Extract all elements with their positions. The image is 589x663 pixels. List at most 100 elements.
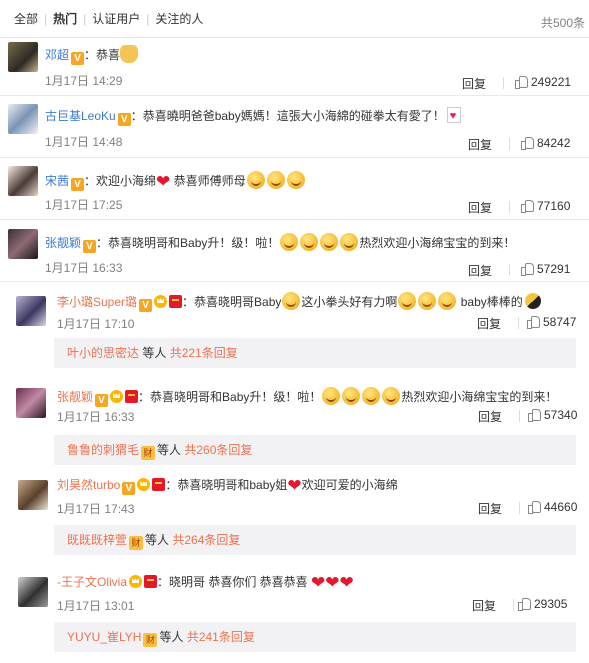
fan-badge-icon: 财 — [143, 633, 158, 647]
like-count: 249221 — [531, 75, 572, 89]
avatar[interactable] — [18, 480, 48, 510]
like-count: 84242 — [537, 136, 571, 150]
avatar[interactable] — [8, 166, 38, 196]
username[interactable]: 邓超 — [45, 48, 69, 62]
timestamp: 1月17日 14:29 — [45, 74, 123, 88]
divider — [509, 264, 510, 276]
like-button[interactable]: 57291 — [521, 262, 570, 276]
divider — [509, 138, 510, 150]
reply-button[interactable]: 回复 — [478, 500, 502, 517]
heart-icon: ❤ — [325, 573, 340, 592]
verified-badge-icon: V — [139, 299, 153, 312]
thumbs-up-icon — [528, 500, 541, 514]
reply-count-link[interactable]: 共264条回复 — [172, 533, 240, 547]
heart-icon: ❤ — [311, 573, 326, 592]
reply-count-link[interactable]: 共260条回复 — [184, 443, 252, 457]
reply-username[interactable]: YUYU_崔LYH — [67, 630, 141, 644]
comment-body: -王子文Olivia ：晓明哥 恭喜你们 恭喜恭喜 ❤❤❤ — [57, 574, 354, 591]
tab-hot[interactable]: 热门 — [47, 10, 83, 27]
verified-badge-icon: V — [117, 113, 131, 126]
reply-button[interactable]: 回复 — [478, 408, 502, 425]
comment-body: 李小璐Super璐 V ：恭喜晓明哥Baby 这小拳头好有力啊 baby棒棒的 — [57, 292, 541, 312]
username[interactable]: 宋茜 — [45, 174, 69, 188]
reply-summary[interactable]: 既既既梓萱财等人 共264条回复 — [54, 525, 576, 555]
like-button[interactable]: 249221 — [515, 75, 571, 89]
like-count: 29305 — [534, 597, 568, 611]
avatar[interactable] — [16, 296, 46, 326]
crown-badge-icon — [110, 390, 124, 403]
comment-body: 张靓颖 V ：恭喜晓明哥和Baby升！级！啦！ 热烈欢迎小海绵宝宝的到来！ — [45, 233, 515, 253]
like-button[interactable]: 44660 — [528, 500, 577, 514]
reply-summary-text: 鲁鲁的刺猬毛财等人 共260条回复 — [67, 442, 252, 460]
like-count: 77160 — [537, 199, 571, 213]
comment-text-2: 热烈欢迎小海绵宝宝的到来！ — [401, 390, 558, 404]
reply-username[interactable]: 既既既梓萱 — [67, 533, 127, 547]
fan-badge-icon: 财 — [129, 536, 144, 550]
tab-following[interactable]: 关注的人 — [149, 10, 209, 27]
reply-username[interactable]: 鲁鲁的刺猬毛 — [67, 443, 139, 457]
comment-text: ：恭喜曉明爸爸baby媽媽！這張大小海綿的碰拳太有愛了！ — [130, 109, 445, 123]
avatar[interactable] — [18, 577, 48, 607]
comment-item: 宋茜 V ：欢迎小海绵❤ 恭喜师傅师母 1月17日 17:25 回复 77160 — [0, 158, 589, 220]
reply-summary[interactable]: YUYU_崔LYH 财等人 共241条回复 — [54, 622, 576, 652]
like-button[interactable]: 58747 — [527, 315, 576, 329]
crown-badge-icon — [137, 478, 151, 491]
tab-all[interactable]: 全部 — [8, 10, 44, 27]
comment-filter-tabs: 全部 | 热门 | 认证用户 | 关注的人 共500条 — [0, 0, 589, 38]
username[interactable]: 张靓颖 — [45, 236, 81, 250]
reply-summary[interactable]: 鲁鲁的刺猬毛财等人 共260条回复 — [54, 435, 576, 465]
avatar[interactable] — [16, 388, 46, 418]
like-button[interactable]: 29305 — [518, 597, 567, 611]
verified-badge-icon: V — [122, 482, 136, 495]
reply-button[interactable]: 回复 — [468, 136, 492, 153]
divider — [513, 599, 514, 611]
like-button[interactable]: 84242 — [521, 136, 570, 150]
reply-mid-text: 等人 — [142, 346, 167, 360]
thumbs-up-icon — [527, 315, 540, 329]
reply-summary[interactable]: 叶小的思密达 等人 共221条回复 — [54, 338, 576, 368]
comment-text: ：恭喜晓明哥Baby — [182, 295, 282, 309]
like-count: 57340 — [544, 408, 578, 422]
reply-summary-text: YUYU_崔LYH 财等人 共241条回复 — [67, 629, 255, 647]
like-count: 58747 — [543, 315, 577, 329]
divider — [519, 502, 520, 514]
divider — [509, 201, 510, 213]
reply-button[interactable]: 回复 — [468, 199, 492, 216]
bee-emoji-icon — [524, 293, 541, 309]
username[interactable]: 张靓颖 — [57, 390, 93, 404]
thumbs-up-icon — [521, 262, 534, 276]
reply-button[interactable]: 回复 — [462, 75, 486, 92]
emoji-icon — [266, 171, 285, 189]
avatar[interactable] — [8, 229, 38, 259]
comment-text-2: 这小拳头好有力啊 — [301, 295, 398, 309]
comment-text-2: 恭喜师傅师母 — [173, 174, 246, 188]
crown-badge-icon — [154, 295, 168, 308]
comment-body: 古巨基LeoKu V ：恭喜曉明爸爸baby媽媽！這張大小海綿的碰拳太有愛了！ — [45, 107, 461, 126]
reply-count-link[interactable]: 共241条回复 — [187, 630, 255, 644]
thumbs-up-icon — [521, 199, 534, 213]
reply-count-link[interactable]: 共221条回复 — [170, 346, 238, 360]
comment-body: 刘昊然turbo V ：恭喜晓明哥和baby姐❤欢迎可爱的小海绵 — [57, 477, 398, 495]
username[interactable]: 李小璐Super璐 — [57, 295, 137, 309]
reply-mid-text: 等人 — [157, 443, 182, 457]
heart-icon: ❤ — [156, 172, 171, 191]
verified-badge-icon: V — [71, 52, 85, 65]
comment-item: 张靓颖 V ：恭喜晓明哥和Baby升！级！啦！ 热烈欢迎小海绵宝宝的到来！ 1月17日… — [0, 375, 589, 467]
username[interactable]: -王子文Olivia — [57, 575, 127, 589]
like-button[interactable]: 57340 — [528, 408, 577, 422]
comment-item: 刘昊然turbo V ：恭喜晓明哥和baby姐❤欢迎可爱的小海绵 1月17日 17:… — [0, 467, 589, 564]
reply-mid-text: 等人 — [145, 533, 170, 547]
avatar[interactable] — [8, 104, 38, 134]
reply-username[interactable]: 叶小的思密达 — [67, 346, 139, 360]
red-packet-badge-icon — [144, 575, 158, 588]
avatar[interactable] — [8, 42, 38, 72]
tab-verified[interactable]: 认证用户 — [86, 10, 146, 27]
username[interactable]: 古巨基LeoKu — [45, 109, 116, 123]
verified-badge-icon: V — [95, 394, 109, 407]
reply-button[interactable]: 回复 — [472, 597, 496, 614]
reply-button[interactable]: 回复 — [477, 315, 501, 332]
emoji-icon — [282, 292, 301, 310]
reply-button[interactable]: 回复 — [468, 262, 492, 279]
like-button[interactable]: 77160 — [521, 199, 570, 213]
username[interactable]: 刘昊然turbo — [57, 478, 120, 492]
